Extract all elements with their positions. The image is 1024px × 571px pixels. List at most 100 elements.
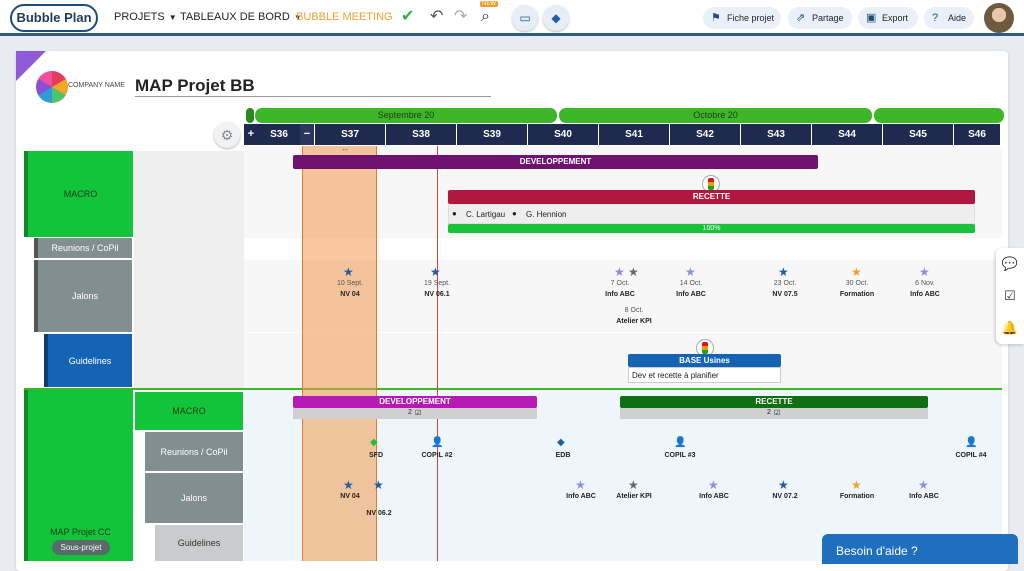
milestone-label: Atelier KPI — [616, 318, 652, 325]
star-icon[interactable]: ★ — [708, 479, 719, 491]
settings-button[interactable]: ⚙ — [214, 122, 240, 148]
zoom-in-button[interactable]: + — [244, 124, 258, 145]
month-november — [874, 108, 1004, 123]
week-s38: S38 — [386, 124, 456, 145]
star-icon[interactable]: ★ — [685, 266, 696, 278]
milestone-label: Info ABC — [605, 291, 635, 298]
aide-button[interactable]: ? Aide — [924, 7, 974, 29]
week-s41: S41 — [599, 124, 669, 145]
milestone-label: Info ABC — [676, 291, 706, 298]
person-icon[interactable]: 👤 — [431, 437, 443, 449]
bell-icon[interactable]: 🔔 — [996, 312, 1024, 344]
milestone-date: 19 Sept. — [423, 280, 451, 287]
zoom-out-button[interactable]: − — [300, 124, 314, 145]
star-icon[interactable]: ★ — [575, 479, 586, 491]
star-icon[interactable]: ★ — [614, 266, 625, 278]
undo-icon[interactable]: ↶ — [430, 8, 443, 26]
jalon-label: NV 07.2 — [772, 493, 798, 500]
base-usines-note: Dev et recette à planifier — [632, 371, 719, 380]
star-icon[interactable]: ★ — [778, 479, 789, 491]
user-avatar[interactable] — [984, 3, 1014, 33]
chat-icon[interactable]: 💬 — [996, 248, 1024, 280]
milestone-label: NV 07.5 — [772, 291, 798, 298]
row-label-sub-reunions[interactable]: Reunions / CoPil — [145, 432, 243, 471]
month-handle[interactable] — [246, 108, 254, 123]
row-label-sub-macro[interactable]: MACRO — [135, 392, 243, 430]
row-label-jalons[interactable]: Jalons — [34, 260, 132, 332]
star-icon[interactable]: ★ — [628, 266, 639, 278]
bar-base-usines[interactable]: BASE Usines — [628, 354, 781, 367]
month-october: Octobre 20 — [559, 108, 872, 123]
resize-arrows-icon[interactable]: ↔ — [341, 143, 350, 153]
week-s46: S46 — [954, 124, 1000, 145]
image-icon: ▣ — [866, 12, 877, 24]
menu-projets[interactable]: PROJETS ▼ — [114, 11, 177, 23]
reunion-label: COPIL #4 — [955, 452, 987, 459]
diamond-icon[interactable]: ◆ — [557, 437, 565, 449]
star-icon[interactable]: ★ — [343, 479, 354, 491]
brand-logo[interactable]: Bubble Plan — [10, 4, 98, 32]
jalon-label: Info ABC — [699, 493, 729, 500]
jalon-label: NV 04 — [340, 493, 360, 500]
partage-button[interactable]: ⇗ Partage — [788, 7, 852, 29]
reunion-label: COPIL #3 — [664, 452, 696, 459]
row-label-guidelines[interactable]: Guidelines — [44, 334, 132, 387]
star-icon[interactable]: ★ — [628, 479, 639, 491]
subproject-tag: Sous-projet — [52, 540, 110, 555]
checkbox-icon[interactable]: ☑ — [996, 280, 1024, 312]
star-icon[interactable]: ★ — [918, 479, 929, 491]
week-s44: S44 — [812, 124, 882, 145]
jalon-label: Info ABC — [566, 493, 596, 500]
top-bar: Bubble Plan PROJETS ▼ TABLEAUX DE BORD ▼ B… — [0, 0, 1024, 36]
jalon-label: Info ABC — [909, 493, 939, 500]
milestone-label: NV 06.1 — [424, 291, 450, 298]
menu-bubble-meeting[interactable]: BUBBLE MEETING — [296, 11, 393, 23]
week-s36: S36 — [258, 124, 300, 145]
menu-tableaux[interactable]: TABLEAUX DE BORD ▼ — [180, 11, 302, 23]
export-button[interactable]: ▣ Export — [858, 7, 918, 29]
page-title[interactable]: MAP Projet BB — [135, 76, 255, 96]
person-icon[interactable]: 👤 — [965, 437, 977, 449]
milestone-view-button[interactable]: ◆ — [543, 5, 569, 31]
star-icon[interactable]: ★ — [778, 266, 789, 278]
row-label-sub-jalons[interactable]: Jalons — [145, 473, 243, 523]
checkbox-icon: ☑ — [415, 410, 422, 417]
diamond-icon[interactable]: ◆ — [370, 437, 378, 449]
checkbox-icon: ☑ — [774, 410, 781, 417]
progress-bar: 100% — [448, 224, 975, 233]
export-label: Export — [882, 13, 909, 23]
bar-sub-recette[interactable]: RECETTE — [620, 396, 928, 408]
star-icon[interactable]: ★ — [851, 266, 862, 278]
bar-recette[interactable]: RECETTE — [448, 190, 975, 204]
row-label-reunions[interactable]: Reunions / CoPil — [34, 238, 132, 258]
sub-recette-count: 2 — [767, 409, 771, 416]
sub-dev-count: 2 — [408, 409, 412, 416]
milestone-date: 23 Oct. — [773, 280, 797, 287]
month-september: Septembre 20 — [255, 108, 557, 123]
search-icon[interactable]: ⌕ — [481, 8, 490, 26]
redo-icon[interactable]: ↷ — [454, 8, 467, 26]
row-label-sub-guidelines[interactable]: Guidelines — [155, 525, 243, 561]
milestone-date: 30 Oct. — [845, 280, 869, 287]
milestone-label: NV 04 — [340, 291, 360, 298]
star-icon[interactable]: ★ — [373, 479, 384, 491]
star-icon[interactable]: ★ — [343, 266, 354, 278]
week-s45: S45 — [883, 124, 953, 145]
help-chat-button[interactable]: Besoin d'aide ? — [822, 534, 1018, 564]
calendar-view-button[interactable]: ▭ — [512, 5, 538, 31]
star-icon[interactable]: ★ — [851, 479, 862, 491]
bar-developpement[interactable]: DEVELOPPEMENT — [293, 155, 818, 169]
person-icon[interactable]: 👤 — [674, 437, 686, 449]
row-label-project-cc[interactable]: MAP Projet CC — [24, 390, 133, 561]
milestone-date: 10 Sept. — [336, 280, 364, 287]
fiche-projet-button[interactable]: ⚑ Fiche projet — [703, 7, 781, 29]
star-icon[interactable]: ★ — [919, 266, 930, 278]
aide-label: Aide — [948, 13, 967, 23]
bar-sub-developpement[interactable]: DEVELOPPEMENT — [293, 396, 537, 408]
row-label-macro[interactable]: MACRO — [24, 151, 133, 237]
star-icon[interactable]: ★ — [430, 266, 441, 278]
check-icon[interactable]: ✔ — [401, 8, 414, 26]
left-gutter — [134, 151, 244, 388]
person-icon: ● — [452, 209, 457, 218]
company-logo — [36, 71, 68, 103]
